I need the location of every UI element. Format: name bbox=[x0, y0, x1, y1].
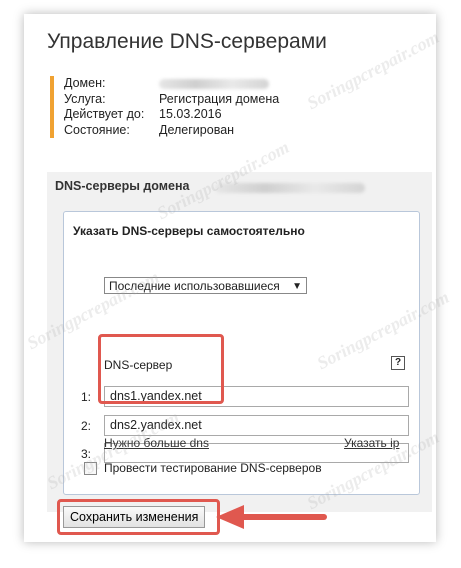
info-label: Услуга: bbox=[64, 91, 106, 106]
pointer-arrow-icon bbox=[216, 505, 327, 529]
dns-row-number: 1: bbox=[81, 390, 92, 404]
save-highlight-frame bbox=[57, 499, 220, 535]
test-dns-checkbox[interactable] bbox=[84, 462, 97, 475]
dns-row-number: 3: bbox=[81, 447, 92, 461]
specify-ip-link[interactable]: Указать ip bbox=[344, 436, 399, 450]
info-row-valid-until: Действует до: 15.03.2016 bbox=[64, 107, 424, 123]
preset-select-value: Последние использовавшиеся bbox=[109, 279, 280, 293]
info-row-status: Состояние: Делегирован bbox=[64, 123, 424, 139]
info-row-service: Услуга: Регистрация домена bbox=[64, 92, 424, 108]
dns-highlight-frame bbox=[98, 334, 224, 404]
info-row-domain: Домен: bbox=[64, 76, 424, 92]
domain-info-block: Домен: Услуга: Регистрация домена Действ… bbox=[50, 76, 424, 138]
more-dns-link[interactable]: Нужно больше dns bbox=[104, 436, 209, 450]
page-title: Управление DNS-серверами bbox=[47, 30, 327, 53]
info-value: 15.03.2016 bbox=[159, 107, 222, 121]
info-label: Действует до: bbox=[64, 107, 145, 121]
dns-row-number: 2: bbox=[81, 419, 92, 433]
test-dns-label: Провести тестирование DNS-серверов bbox=[104, 461, 322, 475]
manual-dns-title: Указать DNS-серверы самостоятельно bbox=[73, 224, 305, 238]
dropdown-arrow-icon: ▼ bbox=[292, 281, 302, 292]
info-label: Состояние: bbox=[64, 122, 130, 137]
info-value: Регистрация домена bbox=[159, 91, 280, 106]
preset-select[interactable]: Последние использовавшиеся ▼ bbox=[104, 277, 307, 294]
info-label: Домен: bbox=[64, 76, 106, 90]
domain-name-redacted bbox=[159, 79, 269, 89]
dns-server-2-input[interactable]: dns2.yandex.net bbox=[104, 415, 409, 436]
domain-name-redacted bbox=[215, 183, 365, 193]
info-value: Делегирован bbox=[159, 122, 235, 137]
help-icon[interactable]: ? bbox=[391, 356, 405, 370]
dns-section-title-text: DNS-серверы домена bbox=[55, 179, 190, 193]
dns-section-title: DNS-серверы домена bbox=[55, 179, 365, 193]
